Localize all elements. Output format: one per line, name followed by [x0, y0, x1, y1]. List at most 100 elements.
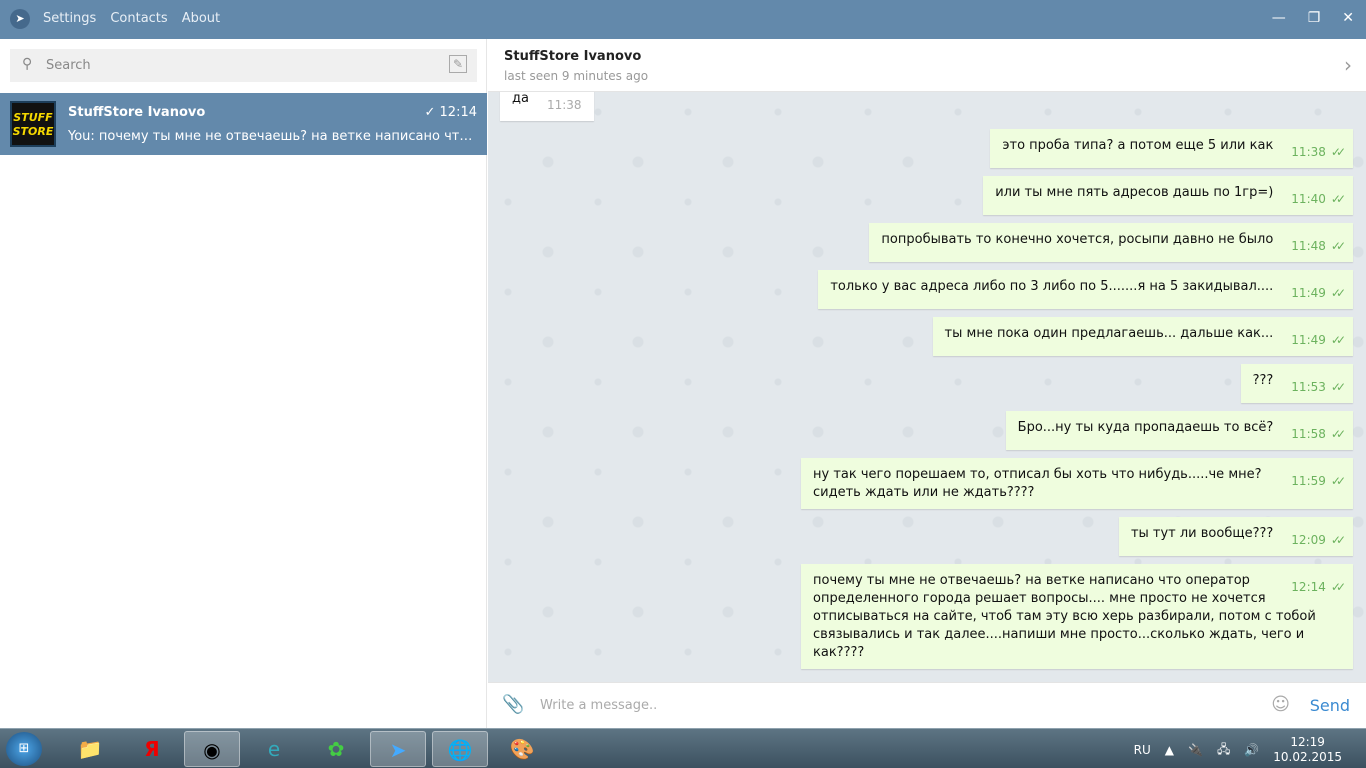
- message-text: ты тут ли вообще???: [1130, 526, 1274, 541]
- double-check-icon: ✓✓: [1330, 474, 1346, 488]
- message-out: 11:38 ✓✓ это проба типа? а потом еще 5 или…: [500, 129, 1353, 168]
- yandex-browser-icon[interactable]: Я: [124, 731, 180, 767]
- message-bubble[interactable]: 12:14 ✓✓ почему ты мне не отвечаешь? на ве…: [801, 564, 1353, 669]
- maximize-icon[interactable]: ❐: [1308, 10, 1321, 26]
- message-time: 12:14 ✓✓: [1291, 578, 1346, 596]
- message-list[interactable]: 11:37… … … …11:37✓✓росыпь?11:38да11:38✓✓…: [488, 92, 1366, 682]
- double-check-icon: ✓✓: [1330, 239, 1346, 253]
- double-check-icon: ✓✓: [1330, 580, 1346, 594]
- compose-icon[interactable]: ✎: [449, 55, 467, 73]
- icq-icon[interactable]: ✿: [308, 731, 364, 767]
- search-placeholder: Search: [46, 58, 91, 73]
- message-time-text: 11:49: [1291, 286, 1326, 300]
- chat-status: last seen 9 minutes ago: [504, 69, 649, 83]
- clock[interactable]: 12:19 10.02.2015: [1273, 735, 1342, 765]
- message-time-text: 12:14: [1291, 580, 1326, 594]
- message-time: 11:40 ✓✓: [1291, 190, 1346, 208]
- message-time: 11:38 ✓✓: [1291, 143, 1346, 161]
- dialog-preview: You: почему ты мне не отвечаешь? на ветк…: [68, 129, 478, 144]
- message-out: 11:48 ✓✓ попробывать то конечно хочется, р…: [500, 223, 1353, 262]
- message-bubble[interactable]: 11:53 ✓✓???: [1240, 364, 1353, 403]
- close-icon[interactable]: ✕: [1342, 10, 1354, 26]
- message-input[interactable]: Write a message..: [540, 698, 657, 713]
- message-out: 11:58 ✓✓ Бро...ну ты куда пропадаешь то вс…: [500, 411, 1353, 450]
- message-time-text: 11:58: [1291, 427, 1326, 441]
- message-time-text: 11:38: [1291, 145, 1326, 159]
- menu-settings[interactable]: Settings: [43, 11, 96, 26]
- dialog-item[interactable]: STUFF STORE StuffStore Ivanovo ✓ 12:14 Yo…: [0, 93, 487, 155]
- menu-contacts[interactable]: Contacts: [110, 11, 167, 26]
- double-check-icon: ✓✓: [1330, 286, 1346, 300]
- chrome-icon[interactable]: ◉: [184, 731, 240, 767]
- double-check-icon: ✓✓: [1330, 333, 1346, 347]
- telegram-logo-icon: ➤: [10, 9, 30, 29]
- sidebar: ⚲ Search ✎ STUFF STORE StuffStore Ivanovo…: [0, 39, 487, 728]
- message-time: 11:53 ✓✓: [1291, 378, 1346, 396]
- message-bubble[interactable]: 12:09 ✓✓ ты тут ли вообще???: [1118, 517, 1353, 556]
- chevron-right-icon[interactable]: ›: [1344, 53, 1352, 77]
- message-out: 12:14 ✓✓ почему ты мне не отвечаешь? на ве…: [500, 564, 1353, 669]
- message-time-text: 11:48: [1291, 239, 1326, 253]
- emoji-icon[interactable]: ☺: [1271, 694, 1290, 715]
- ie-icon[interactable]: e: [246, 731, 302, 767]
- check-icon: ✓: [424, 105, 440, 120]
- message-out: 11:49 ✓✓ только у вас адреса либо по 3 либ…: [500, 270, 1353, 309]
- message-text: да: [512, 92, 529, 106]
- power-icon[interactable]: 🔌: [1188, 743, 1203, 757]
- volume-icon[interactable]: 🔊: [1244, 743, 1259, 757]
- message-in: 11:38 да: [500, 92, 1353, 121]
- paint-icon[interactable]: 🎨: [494, 731, 550, 767]
- message-out: 11:40 ✓✓ или ты мне пять адресов дашь по 1…: [500, 176, 1353, 215]
- attach-icon[interactable]: 📎: [502, 694, 524, 715]
- message-time: 11:49 ✓✓: [1291, 331, 1346, 349]
- minimize-icon[interactable]: —: [1272, 10, 1286, 26]
- show-hidden-icons[interactable]: ▲: [1165, 743, 1174, 757]
- message-bubble[interactable]: 11:48 ✓✓ попробывать то конечно хочется, р…: [869, 223, 1353, 262]
- message-bubble[interactable]: 11:49 ✓✓ только у вас адреса либо по 3 либ…: [818, 270, 1353, 309]
- message-time: 11:38: [547, 96, 582, 114]
- chat-title: StuffStore Ivanovo: [504, 49, 642, 64]
- language-indicator[interactable]: RU: [1134, 743, 1151, 757]
- message-out: 11:49 ✓✓ ты мне пока один предлагаешь... д…: [500, 317, 1353, 356]
- message-bubble[interactable]: 11:59 ✓✓ ну так чего порешаем то, отписал …: [801, 458, 1353, 509]
- message-out: 12:09 ✓✓ ты тут ли вообще???: [500, 517, 1353, 556]
- message-time: 11:58 ✓✓: [1291, 425, 1346, 443]
- message-text: или ты мне пять адресов дашь по 1гр=): [995, 185, 1274, 200]
- send-button[interactable]: Send: [1310, 696, 1350, 715]
- message-text: это проба типа? а потом еще 5 или как: [1002, 138, 1274, 153]
- message-out: 11:53 ✓✓???: [500, 364, 1353, 403]
- message-text: ты мне пока один предлагаешь... дальше к…: [944, 326, 1274, 341]
- title-bar: ➤ Settings Contacts About — ❐ ✕: [0, 0, 1366, 39]
- explorer-icon[interactable]: 📁: [62, 731, 118, 767]
- search-icon: ⚲: [22, 56, 33, 72]
- message-time-text: 11:38: [546, 98, 582, 112]
- composer: 📎 Write a message.. ☺ Send: [488, 682, 1366, 728]
- double-check-icon: ✓✓: [1330, 427, 1346, 441]
- message-out: 11:59 ✓✓ ну так чего порешаем то, отписал …: [500, 458, 1353, 509]
- message-bubble[interactable]: 11:38 да: [500, 92, 594, 121]
- message-bubble[interactable]: 11:49 ✓✓ ты мне пока один предлагаешь... д…: [932, 317, 1353, 356]
- message-text: ну так чего порешаем то, отписал бы хоть…: [813, 467, 1262, 500]
- message-text: ???: [1252, 373, 1274, 388]
- globe-app-icon[interactable]: 🌐: [432, 731, 488, 767]
- message-time-text: 11:40: [1291, 192, 1326, 206]
- message-time: 11:49 ✓✓: [1291, 284, 1346, 302]
- double-check-icon: ✓✓: [1330, 192, 1346, 206]
- message-text: попробывать то конечно хочется, росыпи д…: [881, 232, 1274, 247]
- start-button[interactable]: ⊞: [6, 732, 42, 766]
- dialog-time: ✓ 12:14: [425, 105, 478, 120]
- message-bubble[interactable]: 11:40 ✓✓ или ты мне пять адресов дашь по 1…: [983, 176, 1353, 215]
- message-bubble[interactable]: 11:58 ✓✓ Бро...ну ты куда пропадаешь то вс…: [1005, 411, 1353, 450]
- message-time: 11:59 ✓✓: [1291, 472, 1346, 490]
- message-time: 12:09 ✓✓: [1291, 531, 1346, 549]
- clock-date: 10.02.2015: [1273, 750, 1342, 764]
- message-time-text: 11:49: [1291, 333, 1326, 347]
- chat-header[interactable]: StuffStore Ivanovo last seen 9 minutes a…: [488, 39, 1366, 92]
- menu-about[interactable]: About: [182, 11, 220, 26]
- telegram-icon[interactable]: ➤: [370, 731, 426, 767]
- network-icon[interactable]: 🖧: [1217, 740, 1230, 761]
- message-text: только у вас адреса либо по 3 либо по 5.…: [830, 279, 1274, 294]
- search-input[interactable]: ⚲ Search ✎: [10, 49, 477, 82]
- message-bubble[interactable]: 11:38 ✓✓ это проба типа? а потом еще 5 или…: [990, 129, 1353, 168]
- taskbar: ⊞ 📁 Я ◉ e ✿ ➤ 🌐 🎨 RU ▲ 🔌 🖧 🔊 12:19 10.02.…: [0, 728, 1366, 768]
